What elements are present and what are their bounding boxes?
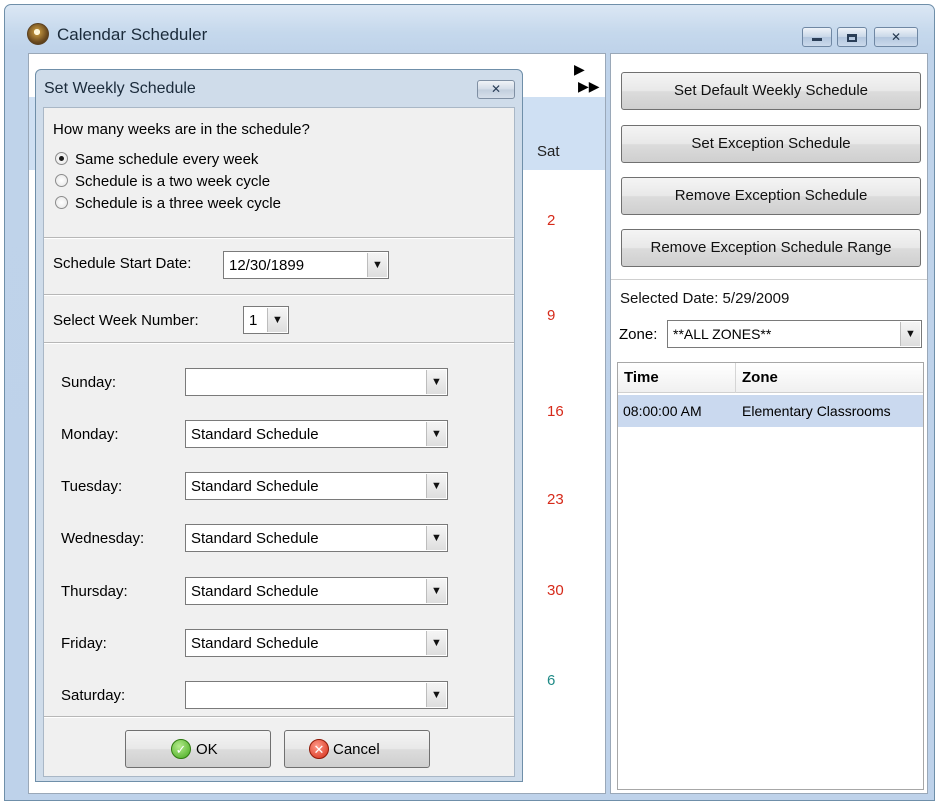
calendar-month-header [29,54,605,64]
column-header-time[interactable]: Time [624,369,659,386]
day-label: Saturday: [61,687,126,704]
close-icon: ✕ [890,30,902,44]
day-label: Friday: [61,635,107,652]
chevron-down-icon[interactable]: ▼ [367,253,387,277]
radio-button-icon[interactable] [55,196,68,209]
week-number-label: Select Week Number: [53,312,199,329]
weeks-question-label: How many weeks are in the schedule? [53,121,310,138]
chevron-down-icon[interactable]: ▼ [426,526,446,550]
start-date-label: Schedule Start Date: [53,255,192,272]
panel-divider [611,279,927,280]
day-schedule-dropdown[interactable]: Standard Schedule ▼ [185,472,448,500]
close-icon: ✕ [490,82,502,96]
cancel-button[interactable]: ✕ Cancel [284,730,430,768]
column-header-zone[interactable]: Zone [742,369,778,386]
chevron-down-icon[interactable]: ▼ [900,322,920,346]
section-divider [44,716,514,717]
zone-dropdown-value: **ALL ZONES** [673,326,772,342]
schedule-cycle-option[interactable]: Schedule is a two week cycle [55,173,270,190]
schedule-start-date-picker[interactable]: 12/30/1899 ▼ [223,251,389,279]
calendar-date-cell[interactable]: 30 [547,582,564,599]
chevron-down-icon[interactable]: ▼ [426,370,446,394]
row-zone: Elementary Classrooms [742,403,891,419]
last-month-icon[interactable]: ▶▶ [578,78,600,94]
table-header: Time Zone [618,363,923,393]
dialog-body: How many weeks are in the schedule? Same… [43,107,515,777]
day-schedule-dropdown[interactable]: Standard Schedule ▼ [185,629,448,657]
calendar-navigation: ▶ ▶▶ [574,61,605,95]
chevron-down-icon[interactable]: ▼ [426,422,446,446]
remove-exception-schedule-range-button[interactable]: Remove Exception Schedule Range [621,229,921,267]
week-number-dropdown[interactable]: 1 ▼ [243,306,289,334]
ok-label: OK [196,741,218,758]
set-default-weekly-schedule-button[interactable]: Set Default Weekly Schedule [621,72,921,110]
radio-option-label: Same schedule every week [75,151,259,168]
day-label: Monday: [61,426,119,443]
radio-button-icon[interactable] [55,152,68,165]
chevron-down-icon[interactable]: ▼ [426,683,446,707]
minimize-button[interactable] [802,27,832,47]
radio-option-label: Schedule is a two week cycle [75,173,271,190]
day-schedule-dropdown[interactable]: Standard Schedule ▼ [185,420,448,448]
column-separator[interactable] [735,363,736,393]
week-number-value: 1 [249,312,258,329]
day-schedule-value: Standard Schedule [191,583,319,600]
chevron-down-icon[interactable]: ▼ [426,579,446,603]
ok-button[interactable]: ✓ OK [125,730,271,768]
schedule-cycle-option[interactable]: Same schedule every week [55,151,258,168]
calendar-date-cell[interactable]: 2 [547,212,555,229]
zone-dropdown[interactable]: **ALL ZONES** ▼ [667,320,922,348]
calendar-date-cell[interactable]: 9 [547,307,555,324]
minimize-icon [812,38,822,42]
chevron-down-icon[interactable]: ▼ [426,474,446,498]
start-date-value: 12/30/1899 [229,257,305,274]
remove-exception-schedule-button[interactable]: Remove Exception Schedule [621,177,921,215]
day-label: Wednesday: [61,530,145,547]
checkmark-icon: ✓ [171,739,191,759]
table-row[interactable]: 08:00:00 AM Elementary Classrooms [618,395,923,427]
set-exception-schedule-button[interactable]: Set Exception Schedule [621,125,921,163]
day-schedule-value: Standard Schedule [191,635,319,652]
day-schedule-value: Standard Schedule [191,530,319,547]
dialog-title: Set Weekly Schedule [44,80,196,97]
day-schedule-value: Standard Schedule [191,478,319,495]
set-weekly-schedule-dialog: Set Weekly Schedule ✕ How many weeks are… [35,69,523,782]
calendar-date-cell[interactable]: 23 [547,491,564,508]
selected-date-label: Selected Date: 5/29/2009 [620,290,790,307]
day-label: Thursday: [61,583,128,600]
chevron-down-icon[interactable]: ▼ [426,631,446,655]
section-divider [44,294,514,295]
radio-button-icon[interactable] [55,174,68,187]
day-schedule-value: Standard Schedule [191,426,319,443]
zone-schedule-table: Time Zone 08:00:00 AM Elementary Classro… [617,362,924,790]
maximize-icon [847,33,857,42]
zone-label: Zone: [619,326,658,343]
section-divider [44,342,514,343]
schedule-cycle-option[interactable]: Schedule is a three week cycle [55,195,281,212]
day-schedule-dropdown[interactable]: ▼ [185,681,448,709]
day-schedule-dropdown[interactable]: Standard Schedule ▼ [185,524,448,552]
maximize-button[interactable] [837,27,867,47]
calendar-date-cell[interactable]: 6 [547,672,555,689]
day-schedule-dropdown[interactable]: Standard Schedule ▼ [185,577,448,605]
day-schedule-dropdown[interactable]: ▼ [185,368,448,396]
window-title: Calendar Scheduler [57,25,208,44]
calendar-scheduler-window: Calendar Scheduler ✕ ▶ ▶▶ Sat 2 9 16 23 30 6 … [4,4,935,801]
saturday-column-header: Sat [537,143,560,160]
day-label: Tuesday: [61,478,123,495]
cancel-label: Cancel [333,741,380,758]
dialog-close-button[interactable]: ✕ [477,80,515,99]
close-button[interactable]: ✕ [874,27,918,47]
calendar-date-cell[interactable]: 16 [547,403,564,420]
day-label: Sunday: [61,374,117,391]
chevron-down-icon[interactable]: ▼ [267,308,287,332]
title-bar[interactable]: Calendar Scheduler ✕ [5,5,934,53]
row-time: 08:00:00 AM [623,403,702,419]
schedule-panel: Set Default Weekly Schedule Set Exceptio… [610,53,928,794]
section-divider [44,237,514,238]
cancel-icon: ✕ [309,739,329,759]
app-icon [27,23,49,45]
radio-option-label: Schedule is a three week cycle [75,195,281,212]
next-month-icon[interactable]: ▶ [574,61,585,77]
